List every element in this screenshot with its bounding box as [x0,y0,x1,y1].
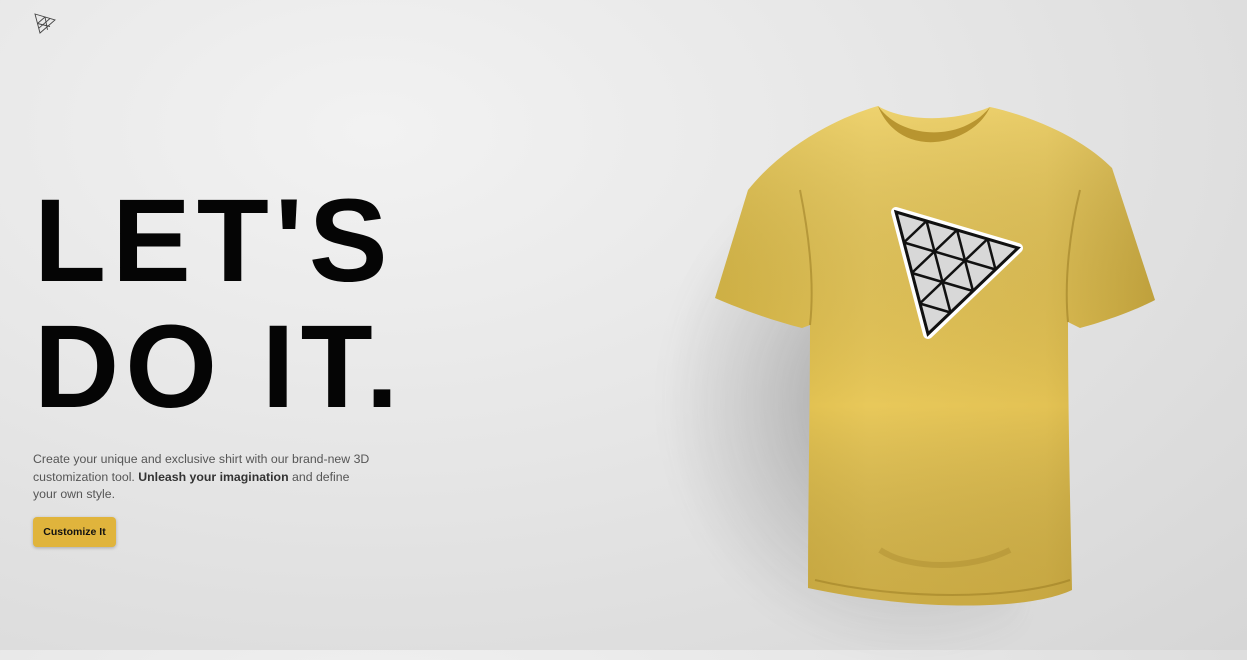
tshirt-3d-canvas[interactable] [650,80,1210,660]
customize-it-button[interactable]: Customize It [33,517,116,547]
hero-description: Create your unique and exclusive shirt w… [33,451,373,504]
threejs-logo-icon[interactable] [33,12,57,36]
headline-line-1: LET'S [34,175,394,307]
headline-line-2: DO IT. [34,301,405,433]
description-bold: Unleash your imagination [138,469,289,484]
hero-headline: LET'S DO IT. [34,178,404,430]
tshirt-model [715,106,1155,606]
